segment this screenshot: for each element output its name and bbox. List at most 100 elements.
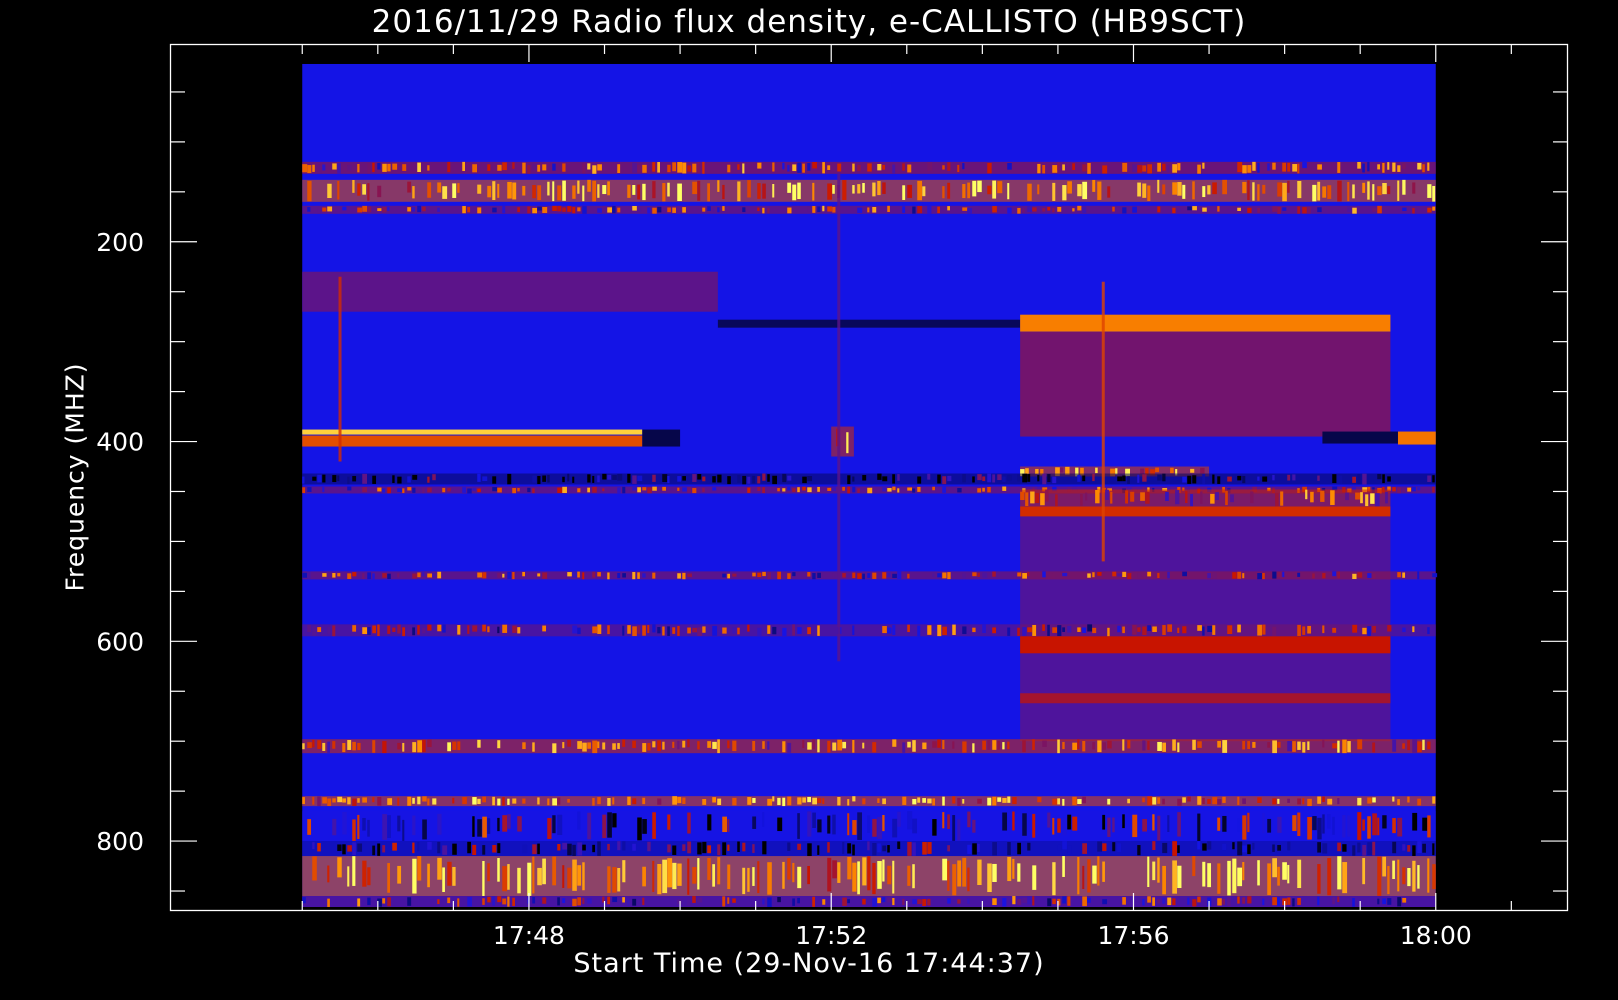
band-cell xyxy=(1117,476,1123,482)
band-cell xyxy=(1057,206,1062,212)
band-cell xyxy=(592,180,597,202)
band-cell xyxy=(372,740,376,753)
band-cell xyxy=(522,844,528,854)
band-cell xyxy=(647,162,650,171)
band-cell xyxy=(542,207,548,213)
band-cell xyxy=(432,798,437,805)
band-cell xyxy=(582,742,587,752)
band-cell xyxy=(567,206,572,212)
band-cell xyxy=(757,627,762,637)
band-cell xyxy=(967,208,972,214)
band-cell xyxy=(872,897,878,907)
band-cell xyxy=(1082,627,1087,633)
band-cell xyxy=(1327,858,1332,896)
band-cell xyxy=(1072,163,1076,170)
band-cell xyxy=(1152,814,1155,831)
band-cell xyxy=(762,473,766,481)
band-cell xyxy=(317,474,322,483)
band-cell xyxy=(862,857,867,886)
band-cell xyxy=(662,859,668,894)
band-cell xyxy=(1177,798,1182,806)
band-cell xyxy=(1297,163,1300,174)
band-cell xyxy=(962,163,965,170)
band-cell xyxy=(1007,487,1011,493)
band-cell xyxy=(567,798,570,803)
band-cell xyxy=(467,488,472,494)
band-cell xyxy=(327,183,332,199)
band-cell xyxy=(427,573,433,578)
band-cell xyxy=(337,844,342,852)
band-cell xyxy=(922,742,927,750)
band-cell xyxy=(562,207,566,212)
band-cell xyxy=(1157,741,1162,751)
band-cell xyxy=(872,572,877,579)
band-cell xyxy=(417,740,423,753)
band-cell xyxy=(1162,897,1166,904)
band-cell xyxy=(377,624,380,637)
band-cell xyxy=(1137,627,1141,632)
band-cell xyxy=(1412,739,1418,753)
band-cell xyxy=(532,185,536,199)
band-cell xyxy=(572,207,576,214)
band-cell xyxy=(942,796,945,806)
emission-band-6 xyxy=(1020,331,1391,437)
band-cell xyxy=(1110,491,1113,504)
band-cell xyxy=(942,812,945,829)
emission-band-5 xyxy=(1020,314,1391,332)
band-cell xyxy=(682,572,686,580)
band-cell xyxy=(1237,867,1243,887)
band-cell xyxy=(472,625,478,632)
band-cell xyxy=(867,815,871,834)
emission-band-9 xyxy=(642,429,681,447)
band-cell xyxy=(1212,797,1218,805)
band-cell xyxy=(457,741,461,751)
band-cell xyxy=(952,864,957,896)
emission-band-4 xyxy=(717,319,1021,328)
band-cell xyxy=(1122,162,1128,172)
band-cell xyxy=(417,572,421,578)
band-cell xyxy=(917,205,923,214)
band-cell xyxy=(427,182,432,198)
band-cell xyxy=(1147,896,1151,903)
band-cell xyxy=(1302,742,1306,753)
band-cell xyxy=(442,867,445,893)
band-cell xyxy=(1007,856,1012,882)
band-cell xyxy=(1302,162,1307,169)
band-cell xyxy=(887,865,892,885)
band-cell xyxy=(742,207,746,213)
band-cell xyxy=(872,843,877,856)
band-cell xyxy=(1322,814,1325,834)
band-cell xyxy=(1145,491,1150,504)
band-cell xyxy=(507,798,510,805)
band-cell xyxy=(1215,492,1219,501)
band-cell xyxy=(382,163,387,172)
band-cell xyxy=(397,865,402,884)
band-cell xyxy=(607,181,610,196)
band-cell xyxy=(592,486,597,493)
band-cell xyxy=(332,573,336,578)
band-cell xyxy=(1267,742,1271,748)
band-cell xyxy=(1147,571,1152,577)
band-cell xyxy=(752,797,756,803)
band-cell xyxy=(1317,796,1322,804)
band-cell xyxy=(787,796,792,806)
band-cell xyxy=(882,859,885,882)
band-cell xyxy=(592,740,598,754)
band-cell xyxy=(357,843,363,852)
band-cell xyxy=(1402,867,1406,885)
band-cell xyxy=(1227,860,1231,896)
band-cell xyxy=(367,183,370,201)
band-cell xyxy=(1422,627,1425,633)
band-cell xyxy=(1157,572,1160,579)
band-cell xyxy=(1027,206,1033,213)
band-cell xyxy=(1277,897,1280,907)
band-base xyxy=(302,739,1436,754)
band-cell xyxy=(747,624,750,632)
band-cell xyxy=(467,841,472,854)
band-cell xyxy=(1087,859,1091,893)
band-cell xyxy=(882,182,886,194)
band-cell xyxy=(847,475,851,485)
band-cell xyxy=(722,816,727,833)
band-cell xyxy=(612,205,616,214)
band-cell xyxy=(762,571,766,577)
